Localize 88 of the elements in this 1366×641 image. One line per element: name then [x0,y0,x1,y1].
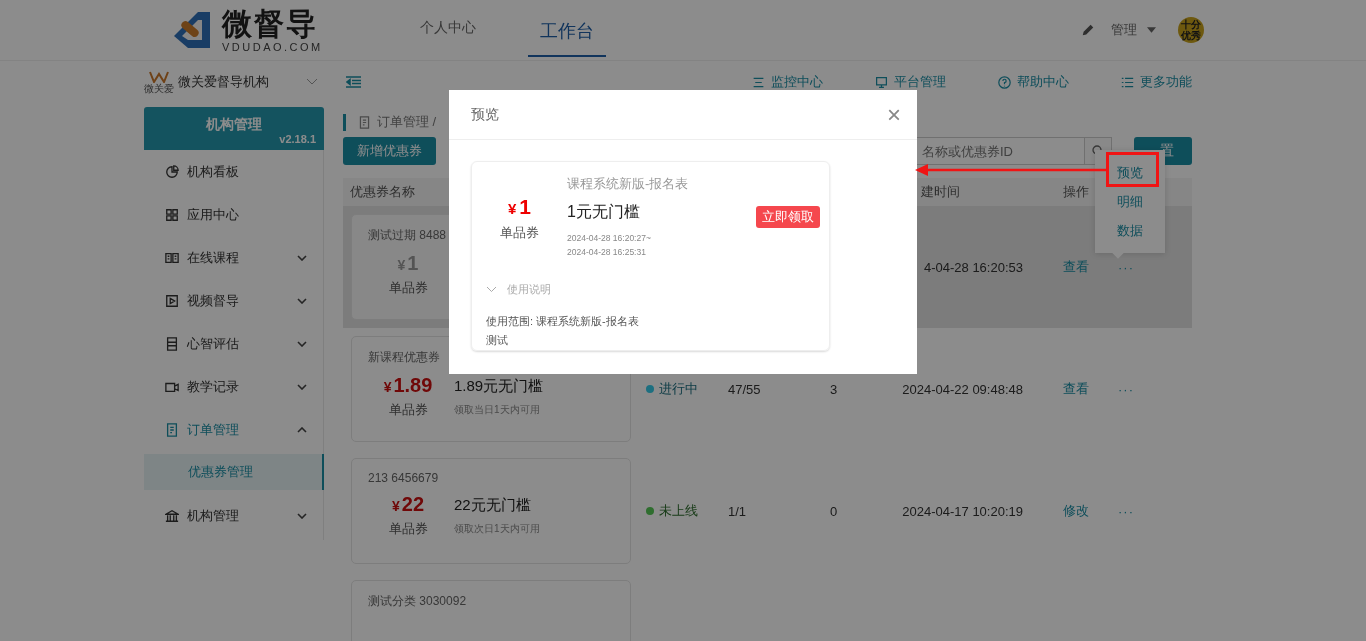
instructions-toggle[interactable]: 使用说明 [507,282,551,297]
coupon-title: 新课程优惠券 [368,349,440,366]
receipt-icon [358,115,371,129]
table-cell: 47/55 [728,381,761,397]
menu-icon [165,250,179,265]
logo-title: 微督导 [222,7,319,41]
menu-item[interactable]: 在线课程 [187,248,239,267]
menu-item[interactable]: 机构看板 [187,162,239,181]
coupon-type: 单品券 [387,401,429,419]
coupon-rule: 22元无门槛 [454,496,532,515]
more-actions-button[interactable]: ··· [1118,259,1134,275]
popover-menu-item[interactable]: 明细 [1117,187,1143,216]
chevron-down-icon[interactable] [297,340,307,347]
coupon-title: 测试过期 8488 [368,227,447,244]
add-coupon-button[interactable]: 新增优惠券 [343,137,436,165]
collapse-menu-icon[interactable] [346,76,361,88]
coupon-price: ¥1.89 [382,374,434,397]
menu-icon [165,207,179,222]
user-menu[interactable]: 管理 [1111,21,1137,39]
row-action-link[interactable]: 修改 [1063,503,1089,518]
row-action-link[interactable]: 查看 [1063,381,1089,396]
nav-tab[interactable]: 工作台 [528,3,606,57]
menu-icon [165,508,179,523]
coupon-title: 测试分类 3030092 [368,593,467,610]
table-cell: 3 [830,381,838,397]
toolbar-link[interactable]: 更多功能 [1121,73,1192,91]
chevron-down-icon[interactable] [297,297,307,304]
column-header: 优惠券名称 [350,183,415,201]
list-icon [1121,75,1134,89]
org-select[interactable]: 微关爱督导机构 [178,73,269,91]
table-cell: 4-04-28 16:20:53 [923,259,1023,275]
menu-item[interactable]: 订单管理 [187,420,239,439]
menu-item[interactable]: 应用中心 [187,205,239,224]
menu-item[interactable]: 机构管理 [187,506,239,525]
more-actions-button[interactable]: ··· [1118,503,1134,519]
usage-note: 测试 [485,333,509,348]
table-cell: 2024-04-17 10:20:19 [902,503,1023,519]
menu-icon [165,336,179,351]
coupon-type: 单品券 [499,224,540,242]
table-cell: 1/1 [728,503,747,519]
valid-to: 2024-04-28 16:25:31 [567,246,647,259]
submenu-item[interactable]: 优惠券管理 [144,454,324,490]
coupon-price: ¥1 [507,195,532,219]
status-label: 未上线 [659,502,698,520]
caret-icon [1147,27,1156,33]
column-header: 建时间 [921,183,960,201]
toolbar-link[interactable]: 监控中心 [752,73,823,91]
row-action-link[interactable]: 查看 [1063,259,1089,274]
coupon-rule: 1元无门槛 [567,202,641,222]
toolbar-link[interactable]: 帮助中心 [998,73,1069,91]
chevron-down-icon[interactable] [297,512,307,519]
menu-icon [165,164,179,179]
menu-item[interactable]: 心智评估 [187,334,239,353]
more-actions-button[interactable]: ··· [1118,381,1134,397]
chevron-up-icon[interactable] [297,426,307,433]
coupon-scope-title: 课程系统新版-报名表 [567,175,690,193]
close-button[interactable]: × [887,102,901,127]
status-label: 进行中 [659,380,698,398]
avatar-badge[interactable]: 十分 优秀 [1178,17,1204,43]
coupon-rule: 1.89元无门槛 [454,377,544,396]
menu-icon [165,422,179,437]
coupon-title: 213 6456679 [368,471,439,485]
usage-scope: 使用范围: 课程系统新版-报名表 [485,314,640,329]
coupon-type: 单品券 [387,279,429,297]
valid-from: 2024-04-28 16:20:27~ [567,232,652,245]
version-label: v2.18.1 [279,133,316,145]
popover-menu-item[interactable]: 数据 [1117,216,1143,245]
column-header: 操作 [1063,183,1089,201]
monitor-icon [875,75,888,89]
breadcrumb: 订单管理 / [377,113,437,131]
chevron-down-icon[interactable] [297,254,307,261]
toolbar-link[interactable]: 平台管理 [875,73,946,91]
table-cell: 0 [830,503,838,519]
nav-tab[interactable]: 个人中心 [408,3,488,57]
menu-icon [165,293,179,308]
org-logo: 微关爱 [144,70,174,94]
coupon-type: 单品券 [387,520,429,538]
banner-title: 机构管理 [206,115,262,134]
help-icon [998,75,1011,89]
menu-item[interactable]: 视频督导 [187,291,239,310]
menu-item[interactable]: 教学记录 [187,377,239,396]
table-cell: 2024-04-22 09:48:48 [902,381,1023,397]
pencil-icon[interactable] [1081,23,1095,37]
chevron-down-icon[interactable] [297,383,307,390]
coupon-price: ¥22 [390,493,425,516]
claim-button[interactable]: 立即领取 [756,206,820,228]
dialog-title: 预览 [471,105,499,124]
logo-domain: VDUDAO.COM [222,41,323,53]
